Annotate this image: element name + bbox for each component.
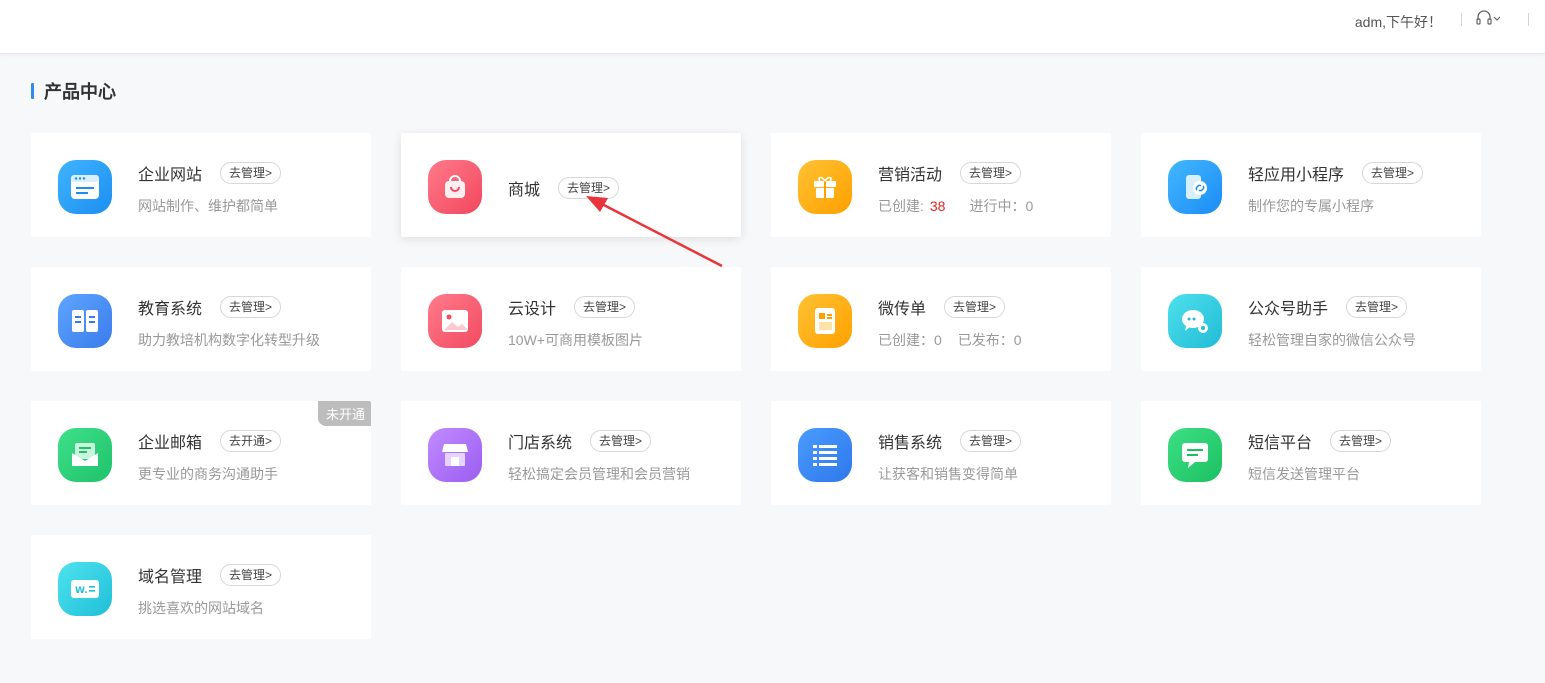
product-name: 销售系统 去管理> — [878, 429, 1022, 453]
product-card-enterprise-mail[interactable]: 未开通 企业邮箱 去开通> 更专业的商务沟通助手 — [31, 401, 371, 505]
product-name: 营销活动 去管理> — [878, 161, 1022, 185]
product-desc: 让获客和销售变得简单 — [878, 466, 1018, 482]
product-card-cloud-design[interactable]: 云设计 去管理> 10W+可商用模板图片 — [401, 267, 741, 371]
manage-button[interactable]: 去管理> — [590, 430, 652, 452]
manage-button[interactable]: 去管理> — [960, 430, 1022, 452]
product-card-mini-program[interactable]: 轻应用小程序 去管理> 制作您的专属小程序 — [1141, 133, 1481, 237]
product-card-education[interactable]: 教育系统 去管理> 助力教培机构数字化转型升级 — [31, 267, 371, 371]
manage-button[interactable]: 去管理> — [220, 162, 282, 184]
created-count: 38 — [929, 198, 946, 214]
manage-button[interactable]: 去管理> — [1330, 430, 1392, 452]
product-desc: 助力教培机构数字化转型升级 — [138, 332, 320, 348]
divider — [1528, 13, 1529, 26]
activate-button[interactable]: 去开通> — [220, 430, 282, 452]
product-desc: 轻松搞定会员管理和会员营销 — [508, 466, 690, 482]
flyer-icon — [798, 294, 852, 348]
product-desc: 更专业的商务沟通助手 — [138, 466, 278, 482]
product-card-flyer[interactable]: 微传单 去管理> 已创建：0 已发布：0 — [771, 267, 1111, 371]
domain-icon: W. — [58, 562, 112, 616]
wechat-icon — [1168, 294, 1222, 348]
product-name: 轻应用小程序 去管理> — [1248, 161, 1424, 185]
svg-text:W.: W. — [75, 586, 88, 596]
product-stats: 已创建: 38 进行中：0 — [878, 198, 1034, 214]
section-accent-bar — [31, 83, 34, 99]
product-name: 教育系统 去管理> — [138, 295, 282, 319]
product-desc: 制作您的专属小程序 — [1248, 198, 1374, 214]
product-card-sms[interactable]: 短信平台 去管理> 短信发送管理平台 — [1141, 401, 1481, 505]
section-title: 产品中心 — [44, 82, 116, 102]
product-name: 短信平台 去管理> — [1248, 429, 1392, 453]
manage-button[interactable]: 去管理> — [960, 162, 1022, 184]
top-bar: adm,下午好！ — [0, 0, 1545, 54]
product-name: 云设计 去管理> — [508, 295, 636, 319]
product-desc: 短信发送管理平台 — [1248, 466, 1360, 482]
product-stats: 已创建：0 已发布：0 — [878, 332, 1022, 348]
product-name: 企业网站 去管理> — [138, 161, 282, 185]
product-name: 域名管理 去管理> — [138, 563, 282, 587]
user-greeting[interactable]: adm,下午好！ — [1355, 12, 1442, 32]
product-card-wechat-assistant[interactable]: 公众号助手 去管理> 轻松管理自家的微信公众号 — [1141, 267, 1481, 371]
manage-button[interactable]: 去管理> — [1362, 162, 1424, 184]
product-card-domain[interactable]: W. 域名管理 去管理> 挑选喜欢的网站域名 — [31, 535, 371, 639]
annotation-arrow — [586, 196, 723, 268]
image-icon — [428, 294, 482, 348]
product-desc: 挑选喜欢的网站域名 — [138, 600, 264, 616]
book-icon — [58, 294, 112, 348]
manage-button[interactable]: 去管理> — [220, 296, 282, 318]
product-card-marketing[interactable]: 营销活动 去管理> 已创建: 38 进行中：0 — [771, 133, 1111, 237]
headset-icon[interactable] — [1475, 9, 1501, 29]
manage-button[interactable]: 去管理> — [1346, 296, 1408, 318]
section-header: 产品中心 — [31, 81, 116, 102]
divider — [1461, 13, 1462, 26]
product-card-sales[interactable]: 销售系统 去管理> 让获客和销售变得简单 — [771, 401, 1111, 505]
website-icon — [58, 160, 112, 214]
sms-icon — [1168, 428, 1222, 482]
product-card-website[interactable]: 企业网站 去管理> 网站制作、维护都简单 — [31, 133, 371, 237]
product-name: 门店系统 去管理> — [508, 429, 652, 453]
manage-button[interactable]: 去管理> — [574, 296, 636, 318]
product-name: 企业邮箱 去开通> — [138, 429, 282, 453]
mini-program-icon — [1168, 160, 1222, 214]
product-desc: 网站制作、维护都简单 — [138, 198, 278, 214]
store-icon — [428, 428, 482, 482]
product-card-store[interactable]: 门店系统 去管理> 轻松搞定会员管理和会员营销 — [401, 401, 741, 505]
gift-icon — [798, 160, 852, 214]
manage-button[interactable]: 去管理> — [944, 296, 1006, 318]
product-name: 公众号助手 去管理> — [1248, 295, 1408, 319]
shopping-bag-icon — [428, 160, 482, 214]
not-activated-badge: 未开通 — [317, 401, 371, 426]
mail-icon — [58, 428, 112, 482]
product-desc: 10W+可商用模板图片 — [508, 332, 643, 348]
product-name: 微传单 去管理> — [878, 295, 1006, 319]
list-icon — [798, 428, 852, 482]
manage-button[interactable]: 去管理> — [220, 564, 282, 586]
product-desc: 轻松管理自家的微信公众号 — [1248, 332, 1416, 348]
